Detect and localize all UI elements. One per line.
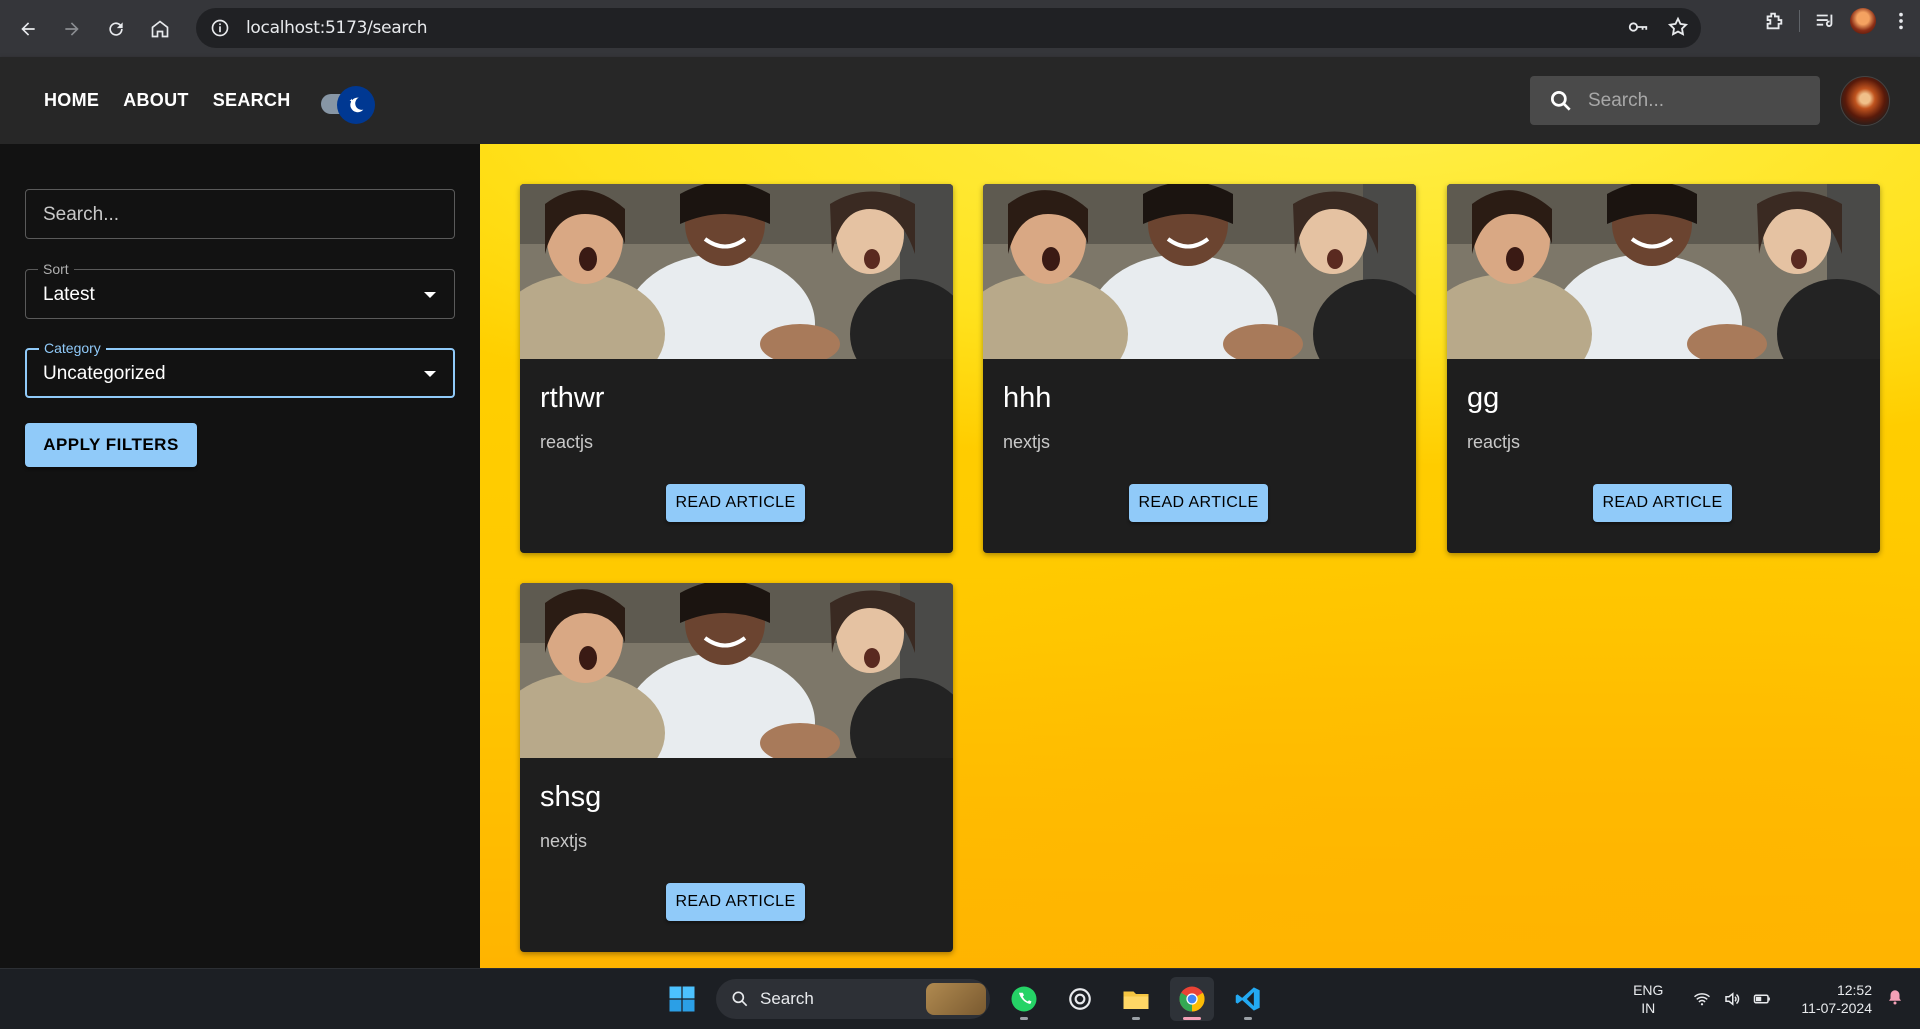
post-category: nextjs xyxy=(540,831,588,851)
search-results: rthwr reactjs READ ARTICLE hhh nextjs RE… xyxy=(480,144,1920,968)
windows-start-icon[interactable] xyxy=(660,977,704,1021)
quick-settings[interactable] xyxy=(1693,990,1771,1008)
running-indicator xyxy=(1244,1017,1252,1020)
taskbar-search-label: Search xyxy=(760,989,814,1008)
sidebar-search-input[interactable]: Search... xyxy=(25,189,455,239)
filter-sidebar: Search... Sort Latest Category Uncategor… xyxy=(0,144,480,968)
home-icon[interactable] xyxy=(140,9,180,49)
back-icon[interactable] xyxy=(8,9,48,49)
language-indicator[interactable]: ENG IN xyxy=(1633,981,1663,1017)
read-article-button[interactable]: READ ARTICLE xyxy=(666,484,805,522)
nav-home[interactable]: HOME xyxy=(44,90,99,111)
media-control-icon[interactable] xyxy=(1814,10,1836,32)
running-indicator xyxy=(1183,1017,1201,1020)
sort-label: Sort xyxy=(38,261,74,277)
sort-value: Latest xyxy=(43,284,95,305)
apply-filters-button[interactable]: APPLY FILTERS xyxy=(25,423,197,467)
clock-time: 12:52 xyxy=(1836,982,1872,998)
url-text[interactable]: localhost:5173/search xyxy=(246,18,428,38)
taskbar-search[interactable]: Search xyxy=(716,979,990,1019)
language-code: ENG xyxy=(1633,982,1664,998)
header-search-placeholder: Search... xyxy=(1588,89,1665,111)
nav-about[interactable]: ABOUT xyxy=(123,90,189,111)
sort-select[interactable]: Sort Latest xyxy=(25,261,455,319)
system-clock[interactable]: 12:52 11-07-2024 xyxy=(1801,981,1872,1017)
clock-date: 11-07-2024 xyxy=(1801,1000,1872,1016)
password-key-icon[interactable] xyxy=(1627,16,1649,38)
browser-toolbar: localhost:5173/search xyxy=(0,0,1920,57)
chatgpt-icon[interactable] xyxy=(1058,977,1102,1021)
system-tray: ENG IN 12:52 11-07-2024 xyxy=(1633,977,1920,1021)
post-category: nextjs xyxy=(1003,432,1051,452)
category-label: Category xyxy=(39,340,106,356)
running-indicator xyxy=(1020,1017,1028,1020)
category-select[interactable]: Category Uncategorized xyxy=(25,340,455,398)
app-header: HOME ABOUT SEARCH Search... xyxy=(0,57,1920,144)
chrome-icon[interactable] xyxy=(1170,977,1214,1021)
whatsapp-icon[interactable] xyxy=(1002,977,1046,1021)
main-nav: HOME ABOUT SEARCH xyxy=(44,83,375,124)
search-icon xyxy=(1550,90,1571,111)
reload-icon[interactable] xyxy=(96,9,136,49)
vscode-icon[interactable] xyxy=(1226,977,1270,1021)
user-avatar[interactable] xyxy=(1840,76,1890,126)
wifi-icon xyxy=(1694,993,1711,1006)
post-image xyxy=(1447,184,1880,359)
post-title: shsg xyxy=(540,781,602,813)
post-card[interactable]: hhh nextjs READ ARTICLE xyxy=(983,184,1416,553)
post-category: reactjs xyxy=(1467,432,1521,452)
search-icon xyxy=(732,991,748,1007)
read-article-button[interactable]: READ ARTICLE xyxy=(1593,484,1732,522)
file-explorer-icon[interactable] xyxy=(1114,977,1158,1021)
nav-search[interactable]: SEARCH xyxy=(213,90,291,111)
site-info-icon[interactable] xyxy=(208,16,232,40)
header-search-input[interactable]: Search... xyxy=(1530,76,1820,125)
chrome-menu-icon[interactable] xyxy=(1890,10,1912,32)
address-bar[interactable]: localhost:5173/search xyxy=(196,8,1701,48)
post-card[interactable]: rthwr reactjs READ ARTICLE xyxy=(520,184,953,553)
post-title: rthwr xyxy=(540,382,605,414)
read-article-button[interactable]: READ ARTICLE xyxy=(1129,484,1268,522)
post-image xyxy=(520,583,953,758)
post-category: reactjs xyxy=(540,432,594,452)
post-image xyxy=(520,184,953,359)
language-region: IN xyxy=(1641,1000,1656,1016)
chevron-down-icon xyxy=(424,292,436,298)
post-card[interactable]: shsg nextjs READ ARTICLE xyxy=(520,583,953,952)
toolbar-separator xyxy=(1799,10,1800,32)
post-image xyxy=(983,184,1416,359)
chevron-down-icon xyxy=(424,371,436,377)
post-title: hhh xyxy=(1003,382,1052,414)
forward-icon[interactable] xyxy=(52,9,92,49)
os-taskbar: Search ENG IN 12:52 11-07-2024 xyxy=(0,968,1920,1029)
search-highlight-image xyxy=(926,983,986,1015)
read-article-button[interactable]: READ ARTICLE xyxy=(666,883,805,921)
category-value: Uncategorized xyxy=(43,363,166,384)
moon-icon xyxy=(336,85,375,124)
running-indicator xyxy=(1132,1017,1140,1020)
post-card[interactable]: gg reactjs READ ARTICLE xyxy=(1447,184,1880,553)
volume-icon xyxy=(1725,992,1740,1006)
notification-bell-icon[interactable] xyxy=(1886,988,1904,1011)
browser-profile-avatar[interactable] xyxy=(1850,8,1876,34)
sidebar-search-placeholder: Search... xyxy=(43,204,120,225)
post-title: gg xyxy=(1467,382,1500,414)
extensions-icon[interactable] xyxy=(1763,10,1785,32)
theme-toggle[interactable] xyxy=(315,83,375,124)
battery-icon xyxy=(1754,994,1771,1004)
bookmark-star-icon[interactable] xyxy=(1667,16,1689,38)
